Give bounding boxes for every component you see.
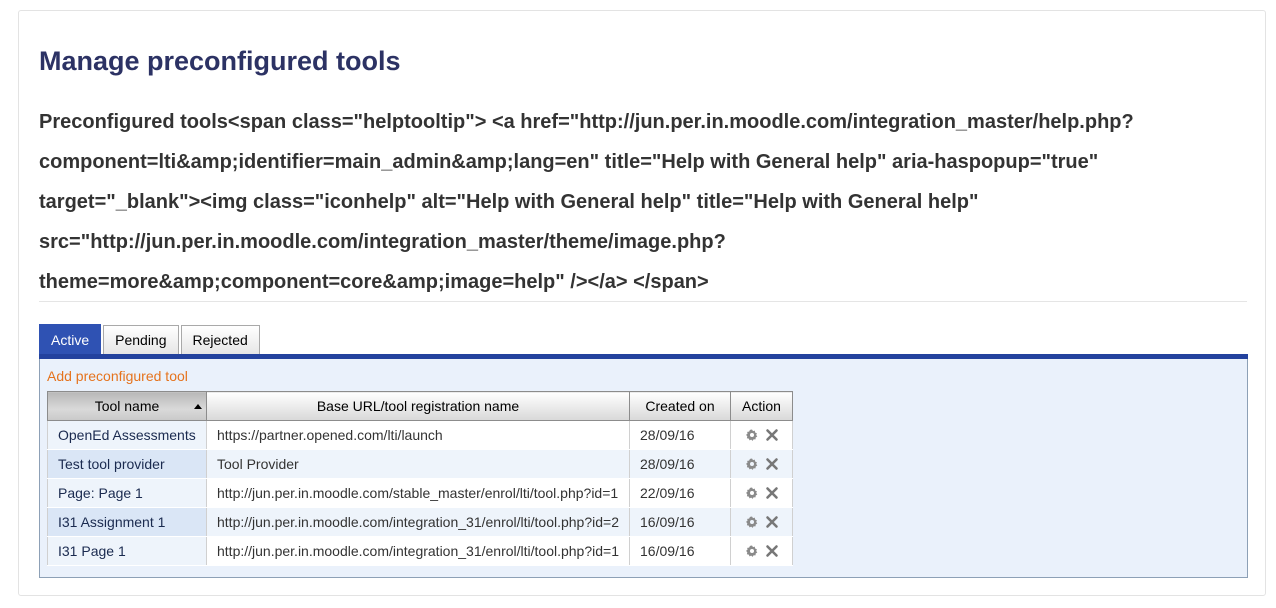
gear-icon[interactable] xyxy=(745,515,759,529)
section-heading-line: component=lti&amp;identifier=main_admin&… xyxy=(39,151,1099,173)
action-cell xyxy=(730,478,793,508)
column-header-label: Tool name xyxy=(94,398,160,414)
tool-name-cell: I31 Page 1 xyxy=(47,536,207,566)
section-heading-line: target="_blank"><img class="iconhelp" al… xyxy=(39,191,979,213)
column-header-action: Action xyxy=(730,391,793,421)
divider xyxy=(39,301,1247,302)
section-heading: Preconfigured tools<span class="helptool… xyxy=(39,102,1249,302)
tab-active[interactable]: Active xyxy=(39,324,102,354)
close-icon[interactable] xyxy=(765,544,779,558)
action-cell xyxy=(730,449,793,479)
tab-bar: Active Pending Rejected xyxy=(39,324,260,354)
created-on-cell: 28/09/16 xyxy=(629,420,731,450)
column-header-base-url[interactable]: Base URL/tool registration name xyxy=(206,391,630,421)
page-title: Manage preconfigured tools xyxy=(39,46,401,76)
action-cell xyxy=(730,536,793,566)
gear-icon[interactable] xyxy=(745,457,759,471)
column-header-created-on[interactable]: Created on xyxy=(629,391,731,421)
section-heading-line: Preconfigured tools<span class="helptool… xyxy=(39,111,1134,133)
sort-ascending-icon xyxy=(194,404,202,409)
gear-icon[interactable] xyxy=(745,544,759,558)
tab-panel-active: Add preconfigured tool Tool name Base UR… xyxy=(39,359,1248,578)
close-icon[interactable] xyxy=(765,486,779,500)
tab-pending[interactable]: Pending xyxy=(103,325,179,354)
table-row: OpenEd Assessments https://partner.opene… xyxy=(47,420,793,450)
close-icon[interactable] xyxy=(765,515,779,529)
page-container: Manage preconfigured tools Preconfigured… xyxy=(18,10,1266,596)
table-row: I31 Assignment 1 http://jun.per.in.moodl… xyxy=(47,507,793,537)
section-heading-line: src="http://jun.per.in.moodle.com/integr… xyxy=(39,231,726,253)
tool-name-cell: Page: Page 1 xyxy=(47,478,207,508)
created-on-cell: 28/09/16 xyxy=(629,449,731,479)
gear-icon[interactable] xyxy=(745,428,759,442)
table-row: Test tool provider Tool Provider 28/09/1… xyxy=(47,449,793,479)
tools-table: Tool name Base URL/tool registration nam… xyxy=(47,391,793,566)
created-on-cell: 16/09/16 xyxy=(629,507,731,537)
close-icon[interactable] xyxy=(765,428,779,442)
gear-icon[interactable] xyxy=(745,486,759,500)
tab-rejected[interactable]: Rejected xyxy=(180,325,260,354)
tool-name-cell: OpenEd Assessments xyxy=(47,420,207,450)
add-preconfigured-tool-link[interactable]: Add preconfigured tool xyxy=(47,368,188,384)
tool-name-cell: Test tool provider xyxy=(47,449,207,479)
action-cell xyxy=(730,507,793,537)
tool-name-cell: I31 Assignment 1 xyxy=(47,507,207,537)
base-url-cell: https://partner.opened.com/lti/launch xyxy=(206,420,630,450)
base-url-cell: http://jun.per.in.moodle.com/integration… xyxy=(206,536,630,566)
column-header-tool-name[interactable]: Tool name xyxy=(47,391,207,421)
close-icon[interactable] xyxy=(765,457,779,471)
created-on-cell: 16/09/16 xyxy=(629,536,731,566)
section-heading-line: theme=more&amp;component=core&amp;image=… xyxy=(39,271,709,293)
base-url-cell: http://jun.per.in.moodle.com/stable_mast… xyxy=(206,478,630,508)
base-url-cell: Tool Provider xyxy=(206,449,630,479)
action-cell xyxy=(730,420,793,450)
base-url-cell: http://jun.per.in.moodle.com/integration… xyxy=(206,507,630,537)
table-row: I31 Page 1 http://jun.per.in.moodle.com/… xyxy=(47,536,793,566)
table-row: Page: Page 1 http://jun.per.in.moodle.co… xyxy=(47,478,793,508)
created-on-cell: 22/09/16 xyxy=(629,478,731,508)
